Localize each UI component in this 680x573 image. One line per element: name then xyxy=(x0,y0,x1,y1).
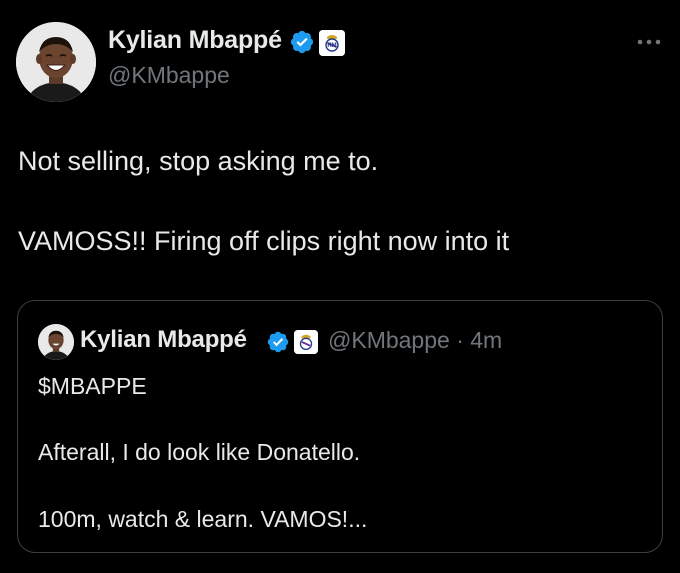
verified-badge-icon xyxy=(267,331,289,353)
tweet-card: Kylian Mbappé RM @KMbappe Not selling, s… xyxy=(0,0,680,573)
tweet-text-line: VAMOSS!! Firing off clips right now into… xyxy=(18,226,510,256)
tweet-text-line: Not selling, stop asking me to. xyxy=(18,146,379,176)
author-handle[interactable]: @KMbappe xyxy=(108,62,230,89)
more-options-icon[interactable] xyxy=(636,34,662,50)
quoted-author-display-name: Kylian Mbappé xyxy=(80,326,247,353)
quoted-tweet-text-line: $MBAPPE xyxy=(38,373,147,399)
author-avatar[interactable] xyxy=(16,22,96,102)
quoted-author-avatar[interactable] xyxy=(38,324,74,360)
real-madrid-crest-icon[interactable]: RM xyxy=(319,30,345,56)
quoted-tweet-text-line: Afterall, I do look like Donatello. xyxy=(38,439,361,465)
verified-badge-icon xyxy=(290,30,314,54)
quoted-tweet-text-line: 100m, watch & learn. VAMOS!... xyxy=(38,506,368,532)
quoted-author-handle-time: @KMbappe · 4m xyxy=(328,327,503,353)
svg-text:RM: RM xyxy=(327,43,336,49)
quoted-tweet[interactable]: Kylian Mbappé @KMbappe · 4m $MBAPPE Afte… xyxy=(17,300,663,553)
real-madrid-crest-icon xyxy=(294,330,318,354)
author-display-name[interactable]: Kylian Mbappé xyxy=(108,26,282,55)
